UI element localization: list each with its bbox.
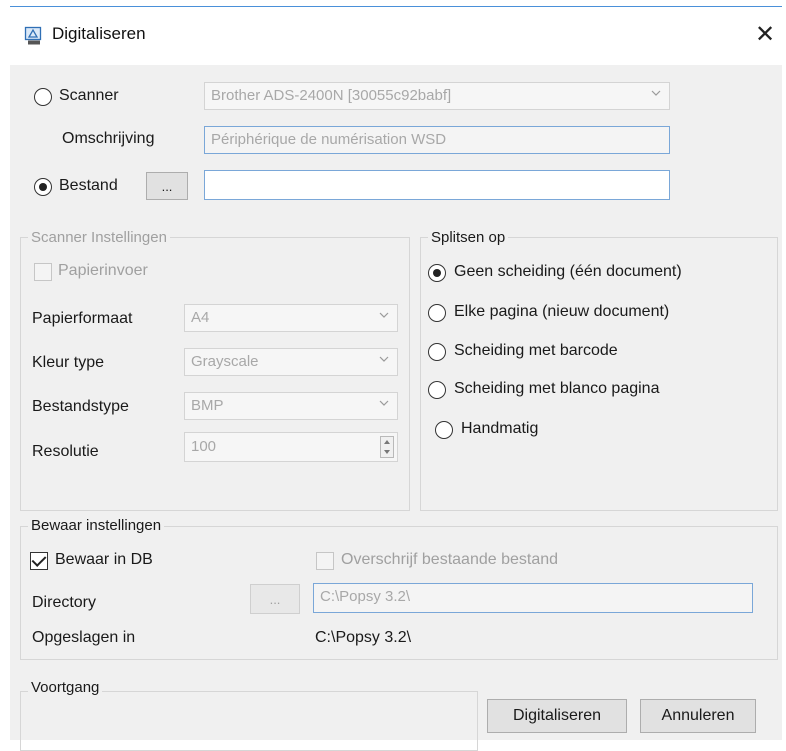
resolution-label: Resolutie: [32, 443, 99, 460]
save-in-db-checkbox[interactable]: [30, 552, 48, 570]
description-field: Périphérique de numérisation WSD: [204, 126, 670, 154]
overwrite-label: Overschrijf bestaande bestand: [341, 551, 559, 568]
digitize-button[interactable]: Digitaliseren: [487, 699, 627, 733]
split-option-barcode-radio[interactable]: [428, 343, 446, 361]
overwrite-checkbox[interactable]: [316, 552, 334, 570]
split-option-barcode-label: Scheiding met barcode: [454, 342, 618, 359]
scanner-document-icon: [24, 26, 42, 45]
split-option-each-page-radio[interactable]: [428, 304, 446, 322]
window-title: Digitaliseren: [52, 24, 146, 43]
saved-in-value: C:\Popsy 3.2\: [315, 629, 412, 646]
file-path-input[interactable]: [204, 170, 670, 200]
file-label: Bestand: [59, 177, 118, 194]
digitize-dialog: Digitaliseren ✕ Scanner Brother ADS-2400…: [10, 6, 782, 751]
scanner-radio[interactable]: [34, 88, 52, 106]
file-browse-button[interactable]: ...: [146, 172, 188, 200]
resolution-value: 100: [191, 438, 217, 455]
title-bar: Digitaliseren ✕: [10, 7, 782, 65]
paper-size-label: Papierformaat: [32, 310, 133, 327]
resolution-stepper: 100: [184, 432, 398, 462]
cancel-button[interactable]: Annuleren: [640, 699, 756, 733]
color-type-value: Grayscale: [191, 353, 259, 370]
spin-arrows-icon: [380, 436, 394, 458]
file-type-value: BMP: [191, 397, 224, 414]
save-in-db-label: Bewaar in DB: [55, 551, 153, 568]
split-title: Splitsen op: [428, 229, 509, 246]
scanner-settings-title: Scanner Instellingen: [28, 229, 170, 246]
save-settings-title: Bewaar instellingen: [28, 517, 165, 534]
directory-label: Directory: [32, 594, 97, 611]
directory-input: C:\Popsy 3.2\: [313, 583, 753, 613]
split-option-blank-page-label: Scheiding met blanco pagina: [454, 380, 660, 397]
scanner-label: Scanner: [59, 87, 119, 104]
split-option-manual-radio[interactable]: [435, 421, 453, 439]
chevron-down-icon: [651, 90, 661, 96]
paper-size-value: A4: [191, 309, 210, 326]
split-option-blank-page-radio[interactable]: [428, 381, 446, 399]
feeder-label: Papierinvoer: [58, 262, 148, 279]
saved-in-label: Opgeslagen in: [32, 629, 136, 646]
split-option-none-radio[interactable]: [428, 264, 446, 282]
chevron-down-icon: [379, 312, 389, 318]
split-option-none-label: Geen scheiding (één document): [454, 263, 682, 280]
close-icon[interactable]: ✕: [750, 19, 780, 49]
chevron-down-icon: [379, 356, 389, 362]
progress-title: Voortgang: [28, 679, 103, 696]
file-type-select: BMP: [184, 392, 398, 420]
scanner-select: Brother ADS-2400N [30055c92babf]: [204, 82, 670, 110]
file-radio[interactable]: [34, 178, 52, 196]
scanner-select-value: Brother ADS-2400N [30055c92babf]: [211, 87, 452, 104]
progress-group: [20, 691, 478, 751]
directory-browse-button[interactable]: ...: [250, 584, 300, 614]
paper-size-select: A4: [184, 304, 398, 332]
split-option-manual-label: Handmatig: [461, 420, 539, 437]
color-type-select: Grayscale: [184, 348, 398, 376]
chevron-down-icon: [379, 400, 389, 406]
file-type-label: Bestandstype: [32, 398, 129, 415]
color-type-label: Kleur type: [32, 354, 105, 371]
feeder-checkbox[interactable]: [34, 263, 52, 281]
description-label: Omschrijving: [62, 130, 155, 147]
split-option-each-page-label: Elke pagina (nieuw document): [454, 303, 670, 320]
